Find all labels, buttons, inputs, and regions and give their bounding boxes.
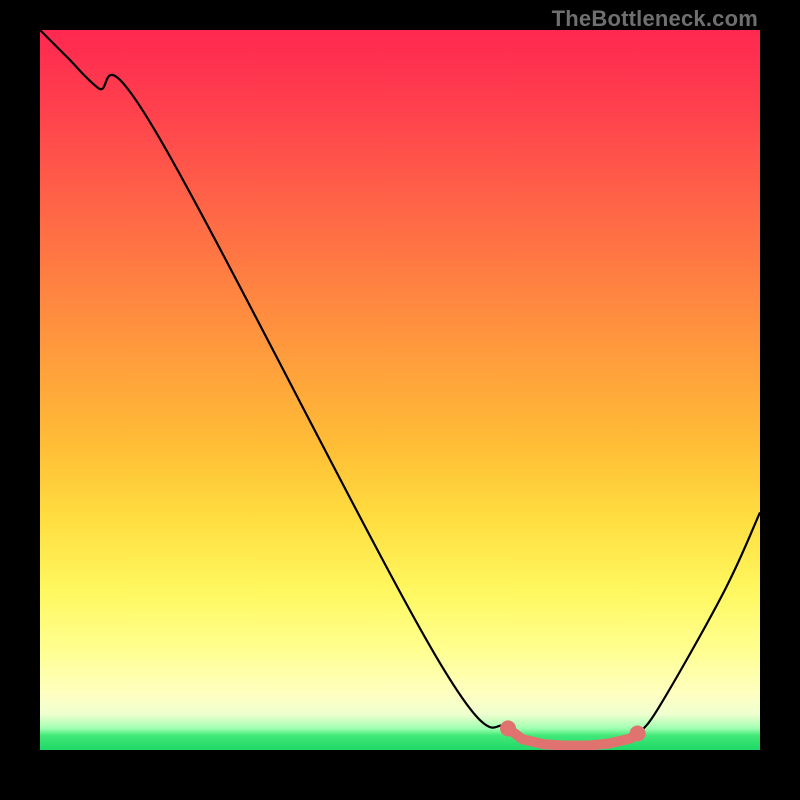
chart-area bbox=[40, 30, 760, 750]
valley-marker-dot bbox=[539, 739, 549, 749]
chart-svg bbox=[40, 30, 760, 750]
bottleneck-curve bbox=[40, 30, 760, 746]
valley-marker-dot bbox=[517, 734, 527, 744]
valley-marker-line bbox=[508, 728, 638, 745]
valley-marker-dot bbox=[630, 725, 646, 741]
watermark-text: TheBottleneck.com bbox=[552, 6, 758, 32]
valley-marker-dot bbox=[604, 739, 614, 749]
valley-marker-dot bbox=[500, 720, 516, 736]
